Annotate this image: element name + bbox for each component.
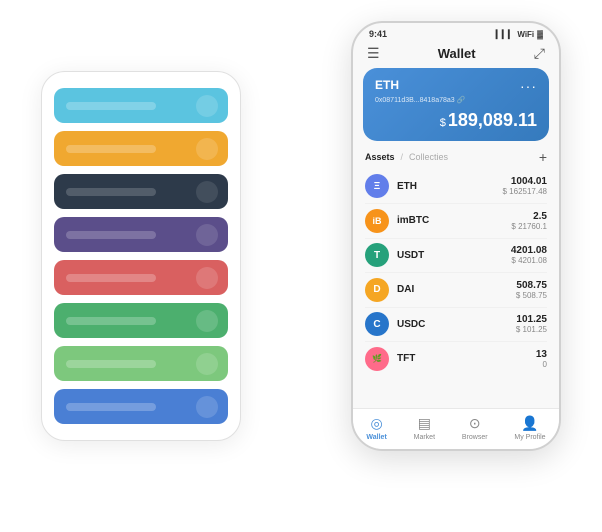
tab-collecties[interactable]: Collecties	[409, 152, 448, 162]
eth-card-menu[interactable]: ···	[520, 78, 537, 94]
list-item[interactable]	[54, 88, 228, 123]
back-panel	[41, 71, 241, 441]
nav-wallet-label: Wallet	[366, 434, 386, 441]
nav-profile[interactable]: 👤 My Profile	[514, 415, 545, 441]
page-title: Wallet	[438, 46, 476, 61]
battery-icon: ▓	[537, 30, 543, 39]
eth-card[interactable]: ETH ··· 0x08711d3B...8418a78a3 🔗 $189,08…	[363, 68, 549, 141]
nav-browser[interactable]: ⊙ Browser	[462, 415, 488, 441]
eth-amounts: 1004.01 $ 162517.48	[503, 176, 548, 196]
usdc-usd: $ 101.25	[516, 325, 547, 334]
usdc-icon: C	[365, 312, 389, 336]
eth-amount: 1004.01	[503, 176, 548, 187]
asset-list: Ξ ETH 1004.01 $ 162517.48 iB imBTC 2.5 $	[353, 169, 559, 408]
phone-header: ☰ Wallet ⤢	[353, 41, 559, 68]
tab-divider: /	[401, 152, 404, 162]
list-item[interactable]	[54, 260, 228, 295]
eth-balance: $189,089.11	[375, 110, 537, 131]
tft-icon: 🌿	[365, 347, 389, 371]
status-bar: 9:41 ▎▎▎ WiFi ▓	[353, 23, 559, 41]
usdt-amounts: 4201.08 $ 4201.08	[511, 245, 547, 265]
dai-name: DAI	[397, 284, 508, 295]
imbtc-info: imBTC	[397, 215, 503, 226]
usdc-info: USDC	[397, 319, 508, 330]
asset-item-eth[interactable]: Ξ ETH 1004.01 $ 162517.48	[353, 169, 559, 203]
tft-info: TFT	[397, 353, 528, 364]
eth-balance-value: 189,089.11	[448, 110, 537, 130]
dai-usd: $ 508.75	[516, 291, 547, 300]
assets-header: Assets / Collecties +	[353, 149, 559, 169]
tft-usd: 0	[536, 360, 547, 369]
nav-market[interactable]: ▤ Market	[414, 415, 435, 441]
list-item[interactable]	[54, 389, 228, 424]
profile-nav-icon: 👤	[521, 415, 538, 432]
eth-usd: $ 162517.48	[503, 187, 548, 196]
eth-icon: Ξ	[365, 174, 389, 198]
asset-item-usdt[interactable]: T USDT 4201.08 $ 4201.08	[353, 238, 559, 272]
list-item[interactable]	[54, 174, 228, 209]
asset-item-dai[interactable]: D DAI 508.75 $ 508.75	[353, 273, 559, 307]
usdt-info: USDT	[397, 250, 503, 261]
status-icons: ▎▎▎ WiFi ▓	[496, 30, 543, 39]
status-time: 9:41	[369, 29, 387, 39]
usdc-amounts: 101.25 $ 101.25	[516, 314, 547, 334]
nav-browser-label: Browser	[462, 434, 488, 441]
signal-icon: ▎▎▎	[496, 30, 514, 39]
list-item[interactable]	[54, 303, 228, 338]
imbtc-amount: 2.5	[511, 211, 547, 222]
imbtc-icon: iB	[365, 209, 389, 233]
asset-item-tft[interactable]: 🌿 TFT 13 0	[353, 342, 559, 376]
tft-amounts: 13 0	[536, 349, 547, 369]
dai-amount: 508.75	[516, 280, 547, 291]
eth-card-label: ETH	[375, 78, 399, 92]
imbtc-amounts: 2.5 $ 21760.1	[511, 211, 547, 231]
wifi-icon: WiFi	[517, 30, 534, 39]
usdt-amount: 4201.08	[511, 245, 547, 256]
tft-amount: 13	[536, 349, 547, 360]
expand-icon[interactable]: ⤢	[534, 45, 545, 62]
dai-amounts: 508.75 $ 508.75	[516, 280, 547, 300]
nav-profile-label: My Profile	[514, 434, 545, 441]
add-asset-button[interactable]: +	[539, 149, 547, 165]
scene: 9:41 ▎▎▎ WiFi ▓ ☰ Wallet ⤢ ETH ··· 0x087…	[11, 11, 591, 521]
list-item[interactable]	[54, 131, 228, 166]
bottom-nav: ◎ Wallet ▤ Market ⊙ Browser 👤 My Profile	[353, 408, 559, 449]
tab-assets[interactable]: Assets	[365, 152, 395, 162]
wallet-nav-icon: ◎	[370, 415, 382, 432]
usdt-usd: $ 4201.08	[511, 256, 547, 265]
phone: 9:41 ▎▎▎ WiFi ▓ ☰ Wallet ⤢ ETH ··· 0x087…	[351, 21, 561, 451]
eth-info: ETH	[397, 181, 495, 192]
list-item[interactable]	[54, 217, 228, 252]
market-nav-icon: ▤	[418, 415, 431, 432]
usdt-name: USDT	[397, 250, 503, 261]
dai-icon: D	[365, 278, 389, 302]
usdt-icon: T	[365, 243, 389, 267]
nav-wallet[interactable]: ◎ Wallet	[366, 415, 386, 441]
nav-market-label: Market	[414, 434, 435, 441]
list-item[interactable]	[54, 346, 228, 381]
assets-tabs: Assets / Collecties	[365, 152, 448, 162]
eth-name: ETH	[397, 181, 495, 192]
dai-info: DAI	[397, 284, 508, 295]
imbtc-name: imBTC	[397, 215, 503, 226]
menu-icon[interactable]: ☰	[367, 45, 380, 62]
imbtc-usd: $ 21760.1	[511, 222, 547, 231]
eth-address: 0x08711d3B...8418a78a3 🔗	[375, 96, 537, 104]
asset-item-imbtc[interactable]: iB imBTC 2.5 $ 21760.1	[353, 204, 559, 238]
usdc-amount: 101.25	[516, 314, 547, 325]
eth-balance-symbol: $	[440, 117, 446, 129]
asset-item-usdc[interactable]: C USDC 101.25 $ 101.25	[353, 307, 559, 341]
tft-name: TFT	[397, 353, 528, 364]
browser-nav-icon: ⊙	[469, 415, 481, 432]
usdc-name: USDC	[397, 319, 508, 330]
